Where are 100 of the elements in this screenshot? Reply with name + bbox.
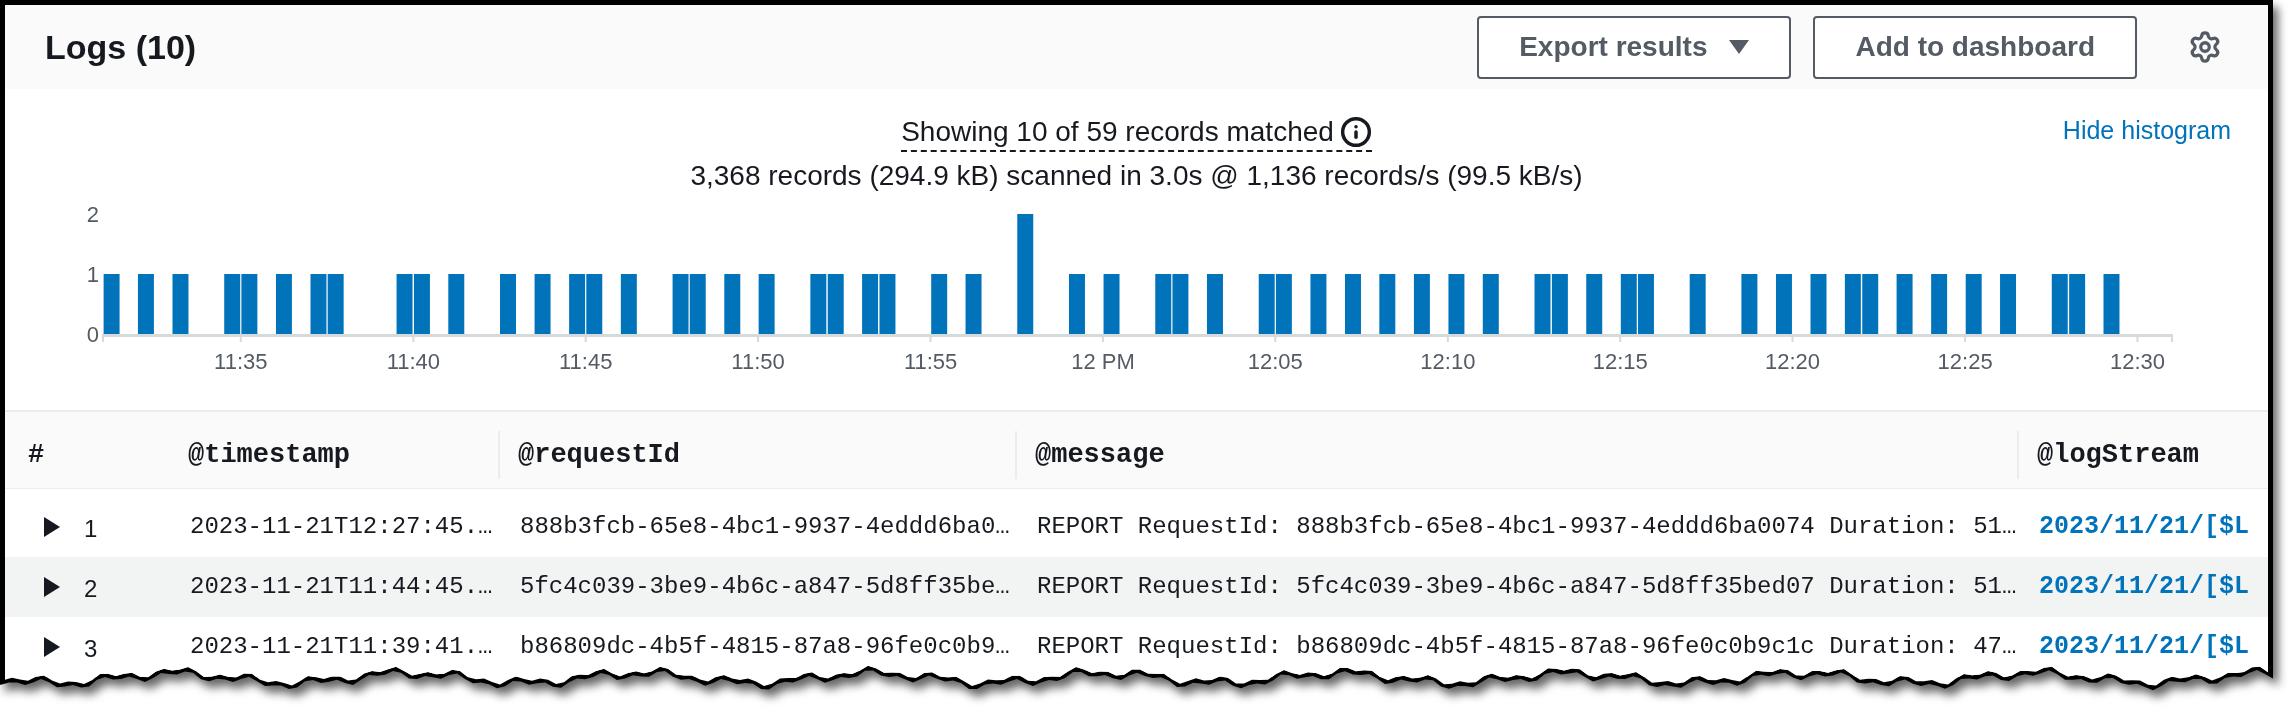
histogram-bar: [827, 274, 844, 334]
histogram-bar: [1207, 274, 1223, 334]
x-axis-label: 11:50: [731, 349, 785, 374]
histogram-bar: [1413, 274, 1430, 334]
histogram-bar: [1637, 274, 1654, 334]
y-axis-label: 1: [86, 262, 99, 287]
histogram-bar: [1810, 274, 1827, 334]
histogram-bar: [1586, 274, 1603, 334]
column-header[interactable]: #: [28, 434, 45, 476]
histogram-bar: [1069, 274, 1085, 334]
histogram-bar: [879, 274, 896, 334]
histogram-bar: [1965, 274, 1982, 334]
x-axis-label: 11:55: [903, 349, 958, 374]
histogram-bar: [569, 274, 586, 334]
histogram-bar: [413, 274, 430, 334]
histogram-bar: [1482, 274, 1499, 334]
message-cell-text: REPORT RequestId: b86809dc-4b5f-4815-87a8-96fe0c0b9c1c Duration: 47…: [1036, 632, 2017, 662]
column-header[interactable]: @logStream: [2037, 434, 2200, 476]
x-axis-label: 12:30: [2109, 349, 2165, 374]
histogram-bar: [1844, 274, 1861, 334]
histogram-bar: [327, 274, 344, 334]
row-number: 2: [84, 574, 98, 604]
column-header[interactable]: @timestamp: [188, 434, 351, 476]
histogram-bar: [586, 274, 603, 334]
records-matched-info[interactable]: Showing 10 of 59 records matched: [901, 115, 1372, 152]
x-axis-label: 11:40: [386, 349, 441, 374]
log-stream-link[interactable]: 2023/11/21/[$L: [2039, 632, 2250, 662]
histogram-bar: [1172, 274, 1189, 334]
histogram-bar: [1448, 274, 1465, 334]
histogram-bar: [1379, 274, 1396, 334]
caret-down-icon: [1729, 40, 1750, 54]
histogram-bar: [137, 274, 154, 334]
histogram-bar: [2103, 274, 2120, 334]
message-cell-text: REPORT RequestId: 5fc4c039-3be9-4b6c-a847-5d8ff35bed07 Duration: 51…: [1036, 572, 2017, 602]
row-number: 1: [84, 514, 98, 544]
timestamp-cell-text: 2023-11-21T11:39:41.…: [189, 632, 494, 662]
histogram-bar: [862, 274, 879, 334]
histogram-bar: [1896, 274, 1913, 334]
x-axis-label: 12 PM: [1071, 349, 1135, 374]
histogram-bar: [534, 274, 551, 334]
histogram-bar: [1551, 274, 1568, 334]
histogram-bar: [224, 274, 241, 334]
histogram-bar: [689, 274, 706, 334]
histogram-bar: [1862, 274, 1879, 334]
timestamp-cell-text: 2023-11-21T12:27:45.…: [189, 512, 494, 542]
histogram-bar: [1620, 274, 1637, 334]
histogram-bar: [500, 274, 516, 334]
histogram-bar: [396, 274, 413, 334]
request-id-cell-text: 5fc4c039-3be9-4b6c-a847-5d8ff35be…: [519, 572, 1011, 602]
hide-histogram-link[interactable]: Hide histogram: [2062, 115, 2231, 145]
histogram-bar: [241, 274, 258, 334]
x-axis-label: 11:35: [214, 349, 268, 374]
caret-icon[interactable]: [44, 577, 60, 597]
column-header[interactable]: @requestId: [518, 434, 681, 476]
histogram-bar: [2069, 274, 2086, 334]
timestamp-cell-text: 2023-11-21T11:44:45.…: [189, 572, 494, 602]
histogram-bar: [1931, 274, 1948, 334]
histogram-bar: [724, 274, 741, 334]
settings-icon[interactable]: [2188, 30, 2222, 64]
x-axis-label: 12:15: [1592, 349, 1648, 374]
histogram-bar: [931, 274, 948, 334]
info-icon: [1339, 116, 1372, 148]
log-stream-link[interactable]: 2023/11/21/[$L: [2039, 572, 2250, 602]
caret-icon[interactable]: [44, 637, 60, 657]
histogram-bar: [275, 274, 292, 334]
histogram-bar: [103, 274, 120, 334]
histogram-bar: [310, 274, 327, 334]
histogram-bar: [1534, 274, 1551, 334]
x-axis-label: 12:20: [1765, 349, 1821, 374]
histogram-bar: [758, 274, 775, 334]
histogram-bar: [2000, 274, 2016, 334]
y-axis-label: 0: [86, 322, 99, 347]
histogram-bar: [2051, 274, 2068, 334]
request-id-cell-text: 888b3fcb-65e8-4bc1-9937-4eddd6ba0…: [519, 512, 1011, 542]
column-header[interactable]: @message: [1035, 434, 1165, 476]
x-axis-label: 12:25: [1937, 349, 1993, 374]
histogram-bar: [620, 274, 637, 334]
log-stream-link[interactable]: 2023/11/21/[$L: [2039, 512, 2250, 542]
histogram-bar: [1155, 274, 1172, 334]
histogram-bar: [1775, 274, 1792, 334]
x-axis-label: 12:05: [1247, 349, 1303, 374]
x-axis-label: 11:45: [559, 349, 613, 374]
histogram-bar: [172, 274, 189, 334]
panel-title: Logs (10): [45, 26, 197, 68]
histogram-bar: [672, 274, 689, 334]
action-button[interactable]: Add to dashboard: [1813, 15, 2137, 79]
histogram-bar: [448, 274, 465, 334]
histogram-bar: [810, 274, 827, 334]
histogram-bar: [965, 274, 982, 334]
histogram-bar: [1689, 274, 1706, 334]
histogram-bar: [1310, 274, 1327, 334]
dropdown-button[interactable]: Export results: [1477, 15, 1792, 79]
scan-statistics: 3,368 records (294.9 kB) scanned in 3.0s @ 1,136 records/s (99.5 kB/s): [690, 159, 1583, 193]
y-axis-label: 2: [86, 202, 99, 227]
caret-icon[interactable]: [44, 517, 60, 537]
histogram-bar: [1275, 274, 1292, 334]
message-cell-text: REPORT RequestId: 888b3fcb-65e8-4bc1-9937-4eddd6ba0074 Duration: 51…: [1036, 512, 2017, 542]
histogram-bar: [1258, 274, 1275, 334]
x-axis-label: 12:10: [1420, 349, 1476, 374]
histogram-bar: [1741, 274, 1758, 334]
